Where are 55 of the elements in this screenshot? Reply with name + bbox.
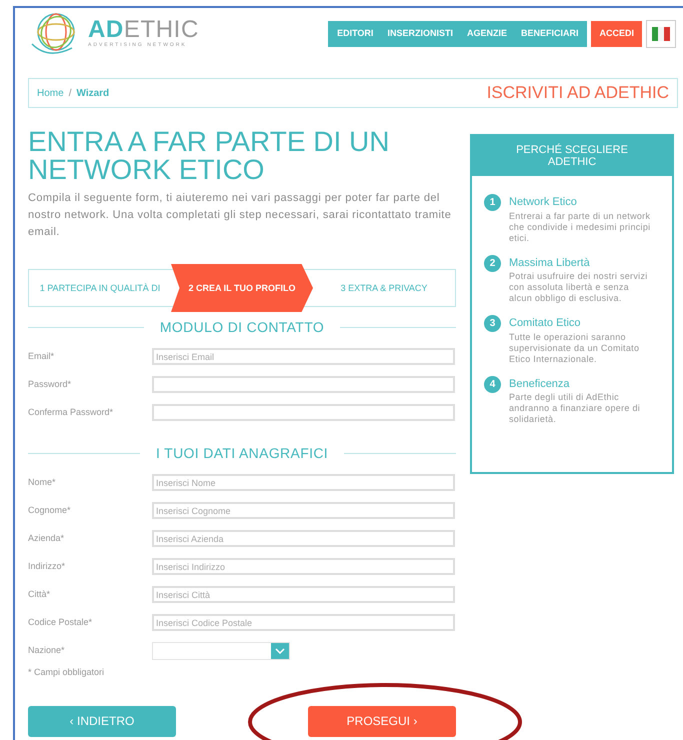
feature-text: Tutte le operazioni saranno supervisionate da un Comitato Etico Internazionale. <box>509 332 640 364</box>
login-button[interactable]: ACCEDI <box>591 21 642 47</box>
country-select[interactable] <box>152 642 290 660</box>
intro-text: Compila il seguente form, ti aiuteremo nei vari passaggi per poter far parte del nostro network. Una volta completati gli step necessari, sarai ricontattato tramite email. <box>28 191 452 240</box>
feature-title: Beneficenza <box>509 376 571 392</box>
field-label: Cognome* <box>28 504 72 517</box>
page-title: ENTRA A FAR PARTE DI UN NETWORK ETICO <box>28 128 390 184</box>
field-label: Codice Postale* <box>28 616 94 629</box>
feature-title: Massima Libertà <box>509 256 591 270</box>
wizard-step[interactable]: 3 EXTRA & PRIVACY <box>313 270 455 306</box>
continue-button[interactable]: PROSEGUI › <box>308 706 456 736</box>
logo-wordmark: ADETHIC <box>88 18 199 42</box>
section-heading: MODULO DI CONTATTO <box>160 318 324 337</box>
back-button[interactable]: ‹ INDIETRO <box>28 706 176 736</box>
wizard-step[interactable]: 2 CREA IL TUO PROFILO <box>171 264 313 312</box>
page-heading: ISCRIVITI AD ADETHIC <box>486 82 669 104</box>
feature-text: Entrerai a far parte di un network che condivide i medesimi principi etici. <box>509 210 652 244</box>
section-heading: I TUOI DATI ANAGRAFICI <box>156 444 328 463</box>
number-badge: 1 <box>484 194 501 211</box>
nav-link[interactable]: AGENZIE <box>460 27 514 41</box>
breadcrumb-link[interactable]: Home <box>37 86 64 100</box>
input-field[interactable]: Inserisci Città <box>152 586 455 603</box>
input-field[interactable] <box>152 404 455 421</box>
input-field[interactable]: Inserisci Nome <box>152 474 455 491</box>
feature-text: Potrai usufruire dei nostri servizi con assoluta libertà e senza alcun obbligo di esclusiva. <box>509 271 649 304</box>
required-note: * Campi obbligatori <box>28 666 106 679</box>
wizard-step[interactable]: 1 PARTECIPA IN QUALITÀ DI <box>29 270 171 306</box>
input-field[interactable]: Inserisci Cognome <box>152 502 455 519</box>
number-badge: 3 <box>484 315 501 332</box>
nav-link[interactable]: INSERZIONISTI <box>380 27 460 41</box>
number-badge: 2 <box>484 254 501 272</box>
language-flag-icon[interactable] <box>646 20 676 48</box>
number-badge: 4 <box>484 376 501 392</box>
sidebar-header: PERCHÉ SCEGLIERE ADETHIC <box>472 136 672 176</box>
input-field[interactable]: Inserisci Indirizzo <box>152 558 455 575</box>
field-label: Indirizzo* <box>28 560 66 573</box>
field-label: Città* <box>28 588 52 601</box>
feature-text: Parte degli utili di AdEthic andranno a finanziare opere di solidarietà. <box>509 392 642 425</box>
field-label: Password* <box>28 378 72 391</box>
input-field[interactable] <box>152 376 455 393</box>
breadcrumb-link[interactable]: Wizard <box>76 86 110 100</box>
field-label: Email* <box>28 350 56 363</box>
chevron-down-icon <box>275 648 285 654</box>
breadcrumb-separator: / <box>68 86 72 100</box>
nav-link[interactable]: EDITORI <box>330 27 380 41</box>
field-label: Nazione* <box>28 644 66 658</box>
input-field[interactable]: Inserisci Codice Postale <box>152 614 455 631</box>
feature-title: Network Etico <box>509 195 578 210</box>
nav-link[interactable]: BENEFICIARI <box>514 27 586 41</box>
field-label: Conferma Password* <box>28 406 114 419</box>
feature-title: Comitato Etico <box>509 316 582 331</box>
field-label: Nome* <box>28 476 57 489</box>
input-field[interactable]: Inserisci Azienda <box>152 530 455 547</box>
field-label: Azienda* <box>28 532 66 545</box>
input-field[interactable]: Inserisci Email <box>152 348 455 365</box>
